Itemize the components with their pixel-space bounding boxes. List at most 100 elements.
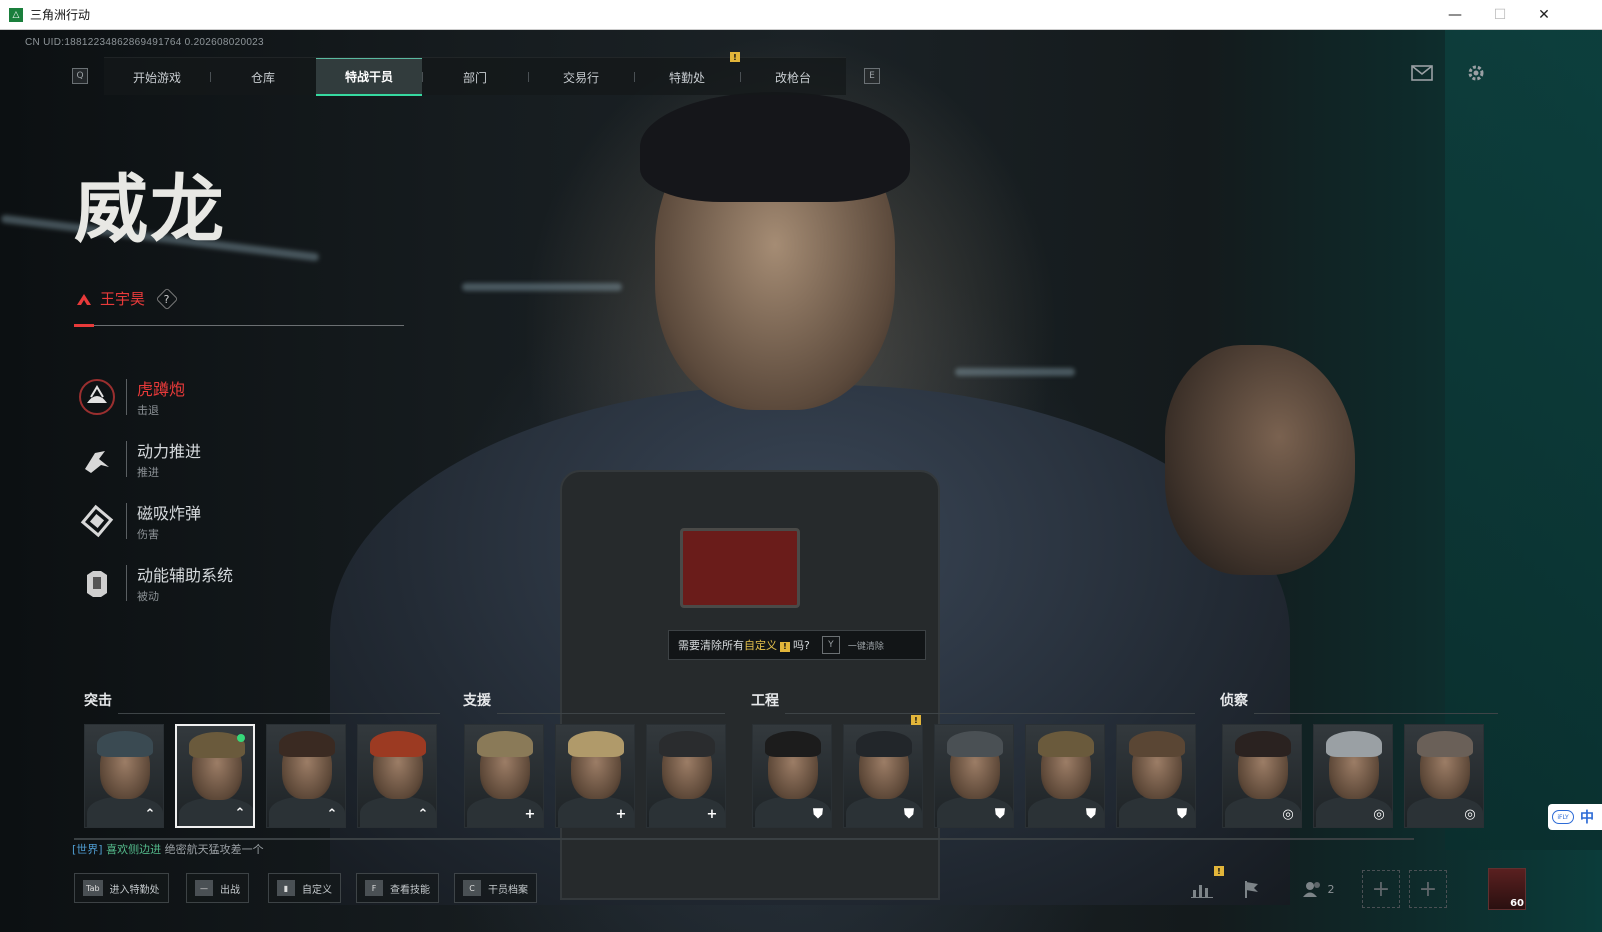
- magnetic-bomb-icon: [74, 498, 120, 544]
- tab-department[interactable]: 部门: [422, 58, 528, 96]
- operator-card[interactable]: ⛊: [934, 724, 1014, 828]
- skill-name: 磁吸炸弹: [137, 504, 202, 523]
- ime-indicator[interactable]: iFLY 中: [1548, 804, 1602, 830]
- engineer-icon: ⛊: [995, 806, 1005, 822]
- close-button[interactable]: ✕: [1521, 0, 1567, 30]
- minimize-button[interactable]: —: [1432, 0, 1478, 30]
- agent-figure-hair: [640, 92, 910, 202]
- operator-card[interactable]: +: [646, 724, 726, 828]
- operator-card[interactable]: ⛊: [1025, 724, 1105, 828]
- skill-type: 击退: [137, 404, 159, 417]
- engineer-icon: ⛊: [813, 806, 823, 822]
- window-title-bar: △ 三角洲行动 — ☐ ✕: [0, 0, 1602, 30]
- mail-icon[interactable]: [1409, 62, 1435, 84]
- ifly-logo-icon: iFLY: [1552, 810, 1574, 824]
- warning-badge: !: [730, 52, 740, 62]
- world-chat-line[interactable]: [世界] 喜欢侧边进 绝密航天猛攻差一个: [72, 841, 264, 857]
- tab-special-ops[interactable]: 特勤处: [634, 58, 740, 96]
- category-divider: [785, 713, 1195, 714]
- operator-card[interactable]: ⌃: [84, 724, 164, 828]
- category-recon: 侦察: [1220, 693, 1248, 709]
- support-icon: +: [615, 806, 627, 822]
- operator-roster: ⌃ ⌃ ⌃ ⌃ + + + ⛊ ⛊ ⛊ ⛊ ⛊ ◎ ◎ ◎: [84, 724, 1498, 830]
- operator-portrait-hair: [765, 731, 821, 757]
- skill-separator: [126, 503, 127, 539]
- stats-warning-badge: !: [1214, 866, 1224, 876]
- online-indicator: [237, 734, 245, 742]
- operator-card[interactable]: +: [464, 724, 544, 828]
- clear-key-hint[interactable]: Y: [821, 636, 840, 654]
- customize-button[interactable]: ▮ 自定义: [268, 873, 341, 903]
- player-avatar[interactable]: 60: [1488, 868, 1526, 910]
- operator-portrait-hair: [477, 731, 533, 757]
- operator-card[interactable]: ⌃: [175, 724, 255, 828]
- key-hint: C: [463, 880, 481, 896]
- clear-all-button[interactable]: 一键清除: [848, 639, 884, 652]
- operator-portrait-hair: [279, 731, 335, 757]
- chat-message: 绝密航天猛攻差一个: [164, 843, 264, 856]
- skill-item[interactable]: 虎蹲炮 击退: [74, 374, 354, 420]
- skill-type: 被动: [137, 590, 159, 603]
- operator-card[interactable]: ⌃: [266, 724, 346, 828]
- support-icon: +: [524, 806, 536, 822]
- tab-warehouse[interactable]: 仓库: [210, 58, 316, 96]
- engineer-icon: ⛊: [1177, 806, 1187, 822]
- app-icon: △: [9, 7, 23, 22]
- operator-card[interactable]: ⌃: [357, 724, 437, 828]
- agent-codename: 威龙: [74, 167, 226, 253]
- key-hint: Tab: [83, 880, 103, 896]
- tab-operators[interactable]: 特战干员: [316, 58, 422, 96]
- operator-portrait-hair: [947, 731, 1003, 757]
- help-icon: ?: [164, 292, 170, 305]
- skill-separator: [126, 379, 127, 415]
- operator-card[interactable]: ⛊: [1116, 724, 1196, 828]
- deploy-button[interactable]: — 出战: [186, 873, 249, 903]
- operator-portrait-hair: [568, 731, 624, 757]
- enter-special-ops-button[interactable]: Tab 进入特勤处: [74, 873, 169, 903]
- assault-icon: ⌃: [326, 806, 338, 822]
- skill-item[interactable]: 磁吸炸弹 伤害: [74, 498, 354, 544]
- operator-card[interactable]: ◎: [1313, 724, 1393, 828]
- roster-scrollbar[interactable]: [74, 838, 1414, 840]
- operator-portrait-hair: [370, 731, 426, 757]
- agent-real-name-row: 王宇昊 ?: [76, 287, 179, 310]
- stats-chart-icon[interactable]: [1186, 874, 1218, 904]
- operator-portrait-hair: [97, 731, 153, 757]
- help-button[interactable]: ?: [155, 287, 179, 310]
- operator-card[interactable]: ◎: [1404, 724, 1484, 828]
- nav-next-key[interactable]: E: [864, 68, 880, 84]
- dragon-patch: [680, 528, 800, 608]
- operator-card[interactable]: ◎: [1222, 724, 1302, 828]
- operator-card[interactable]: ⛊: [843, 724, 923, 828]
- operator-card[interactable]: +: [555, 724, 635, 828]
- window-title: 三角洲行动: [30, 8, 91, 22]
- tab-start-game[interactable]: 开始游戏: [104, 58, 210, 96]
- flag-icon[interactable]: [1236, 874, 1268, 904]
- category-divider: [118, 713, 440, 714]
- main-nav: 开始游戏 仓库 特战干员 部门 交易行 特勤处 改枪台: [104, 57, 846, 96]
- operator-card[interactable]: ⛊: [752, 724, 832, 828]
- button-label: 干员档案: [488, 884, 528, 896]
- operator-profile-button[interactable]: C 干员档案: [454, 873, 537, 903]
- skill-name: 动能辅助系统: [137, 566, 234, 585]
- assault-class-icon: [77, 293, 91, 305]
- player-uid: CN UID:18812234862869491764 0.2026080200…: [25, 37, 264, 48]
- team-count: 2: [1327, 882, 1335, 896]
- nav-prev-key[interactable]: Q: [72, 68, 88, 84]
- view-skills-button[interactable]: F 查看技能: [356, 873, 439, 903]
- tab-gunsmith[interactable]: 改枪台: [740, 58, 846, 96]
- key-hint: F: [365, 880, 383, 896]
- maximize-button[interactable]: ☐: [1477, 0, 1523, 30]
- ime-language: 中: [1580, 810, 1594, 826]
- invite-slot-button[interactable]: +: [1362, 870, 1400, 908]
- name-divider: [74, 324, 404, 327]
- support-icon: +: [706, 806, 718, 822]
- team-members-icon[interactable]: 2: [1294, 874, 1342, 904]
- settings-gear-icon[interactable]: [1463, 62, 1489, 84]
- skill-item[interactable]: 动力推进 推进: [74, 436, 354, 482]
- category-assault: 突击: [84, 693, 112, 709]
- skill-item[interactable]: 动能辅助系统 被动: [74, 560, 354, 606]
- invite-slot-button[interactable]: +: [1409, 870, 1447, 908]
- operator-portrait-hair: [1417, 731, 1473, 757]
- tab-trade[interactable]: 交易行: [528, 58, 634, 96]
